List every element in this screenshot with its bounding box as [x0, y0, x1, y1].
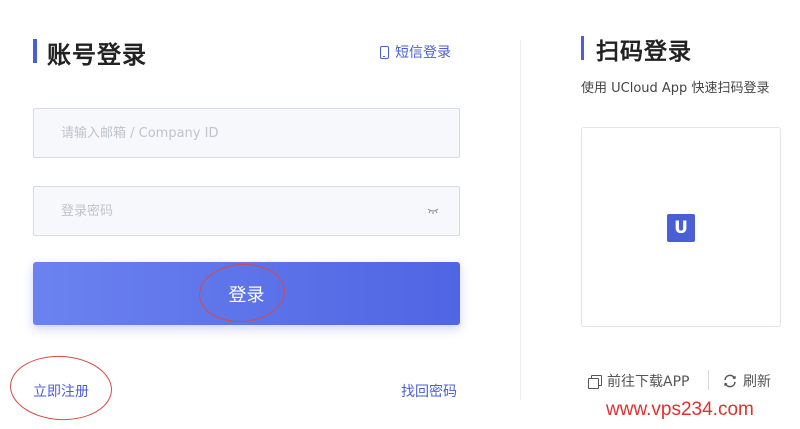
password-field-container: [33, 186, 460, 236]
download-app-label: 前往下载APP: [607, 374, 690, 390]
ucloud-logo: U: [667, 214, 695, 242]
sms-login-label: 短信登录: [395, 45, 451, 61]
account-login-title: 账号登录: [47, 41, 147, 69]
phone-icon: [380, 45, 389, 59]
refresh-label: 刷新: [743, 374, 771, 390]
qr-title-accent-bar: [581, 36, 584, 60]
copy-icon: [588, 374, 602, 389]
title-accent-bar: [33, 39, 37, 63]
refresh-qr-link[interactable]: 刷新: [722, 371, 771, 391]
sms-login-link[interactable]: 短信登录: [380, 42, 451, 62]
red-annotation-circle-register: [8, 353, 114, 423]
eye-closed-icon[interactable]: [427, 207, 439, 215]
link-separator: [708, 370, 709, 390]
download-app-link[interactable]: 前往下载APP: [588, 371, 689, 391]
email-input[interactable]: [34, 109, 459, 157]
email-field-container: [33, 108, 460, 158]
forgot-password-link[interactable]: 找回密码: [401, 381, 457, 401]
qr-login-subtitle: 使用 UCloud App 快速扫码登录: [581, 81, 770, 96]
panel-divider: [520, 40, 521, 400]
password-input[interactable]: [34, 187, 459, 235]
watermark-text: www.vps234.com: [606, 399, 754, 420]
qr-login-title: 扫码登录: [596, 39, 692, 65]
refresh-icon: [724, 374, 736, 388]
